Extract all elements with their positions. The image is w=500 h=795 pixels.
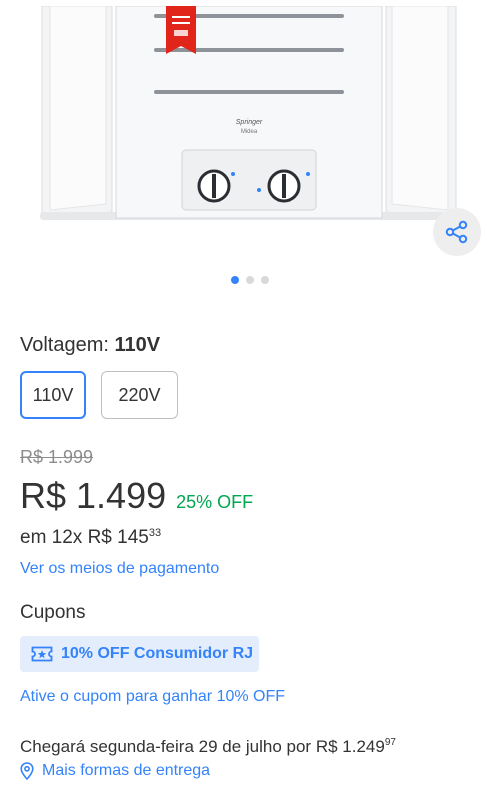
voltage-label: Voltagem: 110V (20, 334, 160, 357)
voltage-selected-value: 110V (114, 334, 161, 356)
share-button[interactable] (433, 208, 481, 256)
location-pin-icon (20, 762, 34, 780)
gallery-pagination[interactable] (0, 276, 500, 284)
price-row: R$ 1.499 25% OFF (20, 475, 253, 517)
delivery-cents: 97 (384, 737, 396, 748)
voltage-option-110v[interactable]: 110V (20, 371, 86, 419)
installments-cents: 33 (148, 527, 162, 539)
original-price: R$ 1.999 (20, 447, 94, 467)
discount-badge: 25% OFF (176, 492, 254, 512)
share-icon (445, 220, 468, 244)
coupon-chip[interactable]: 10% OFF Consumidor RJ (20, 636, 259, 672)
voltage-label-text: Voltagem: (20, 334, 109, 356)
voltage-options: 110V 220V (20, 371, 178, 419)
svg-text:Springer: Springer (236, 119, 263, 126)
more-delivery-label: Mais formas de entrega (42, 762, 211, 779)
installments-amount: em 12x R$ 145 (20, 527, 149, 548)
air-conditioner-image: Springer Midea (40, 6, 458, 220)
activate-coupon-link[interactable]: Ative o cupom para ganhar 10% OFF (20, 688, 285, 706)
current-price: R$ 1.499 (20, 475, 167, 516)
voltage-option-220v[interactable]: 220V (101, 371, 178, 419)
product-gallery[interactable]: Springer Midea (0, 0, 500, 300)
coupon-chip-label: 10% OFF Consumidor RJ (61, 645, 254, 662)
delivery-text: Chegará segunda-feira 29 de julho por R$… (20, 737, 385, 756)
ticket-star-icon (31, 646, 53, 662)
gallery-dot[interactable] (246, 276, 254, 284)
gallery-dot[interactable] (261, 276, 269, 284)
gallery-dot-active[interactable] (231, 276, 239, 284)
installments-text: em 12x R$ 14533 (20, 527, 161, 549)
coupons-title: Cupons (20, 602, 86, 623)
delivery-estimate: Chegará segunda-feira 29 de julho por R$… (20, 737, 396, 757)
more-delivery-options-link[interactable]: Mais formas de entrega (20, 762, 210, 780)
payment-methods-link[interactable]: Ver os meios de pagamento (20, 560, 219, 578)
svg-text:Midea: Midea (241, 129, 258, 135)
